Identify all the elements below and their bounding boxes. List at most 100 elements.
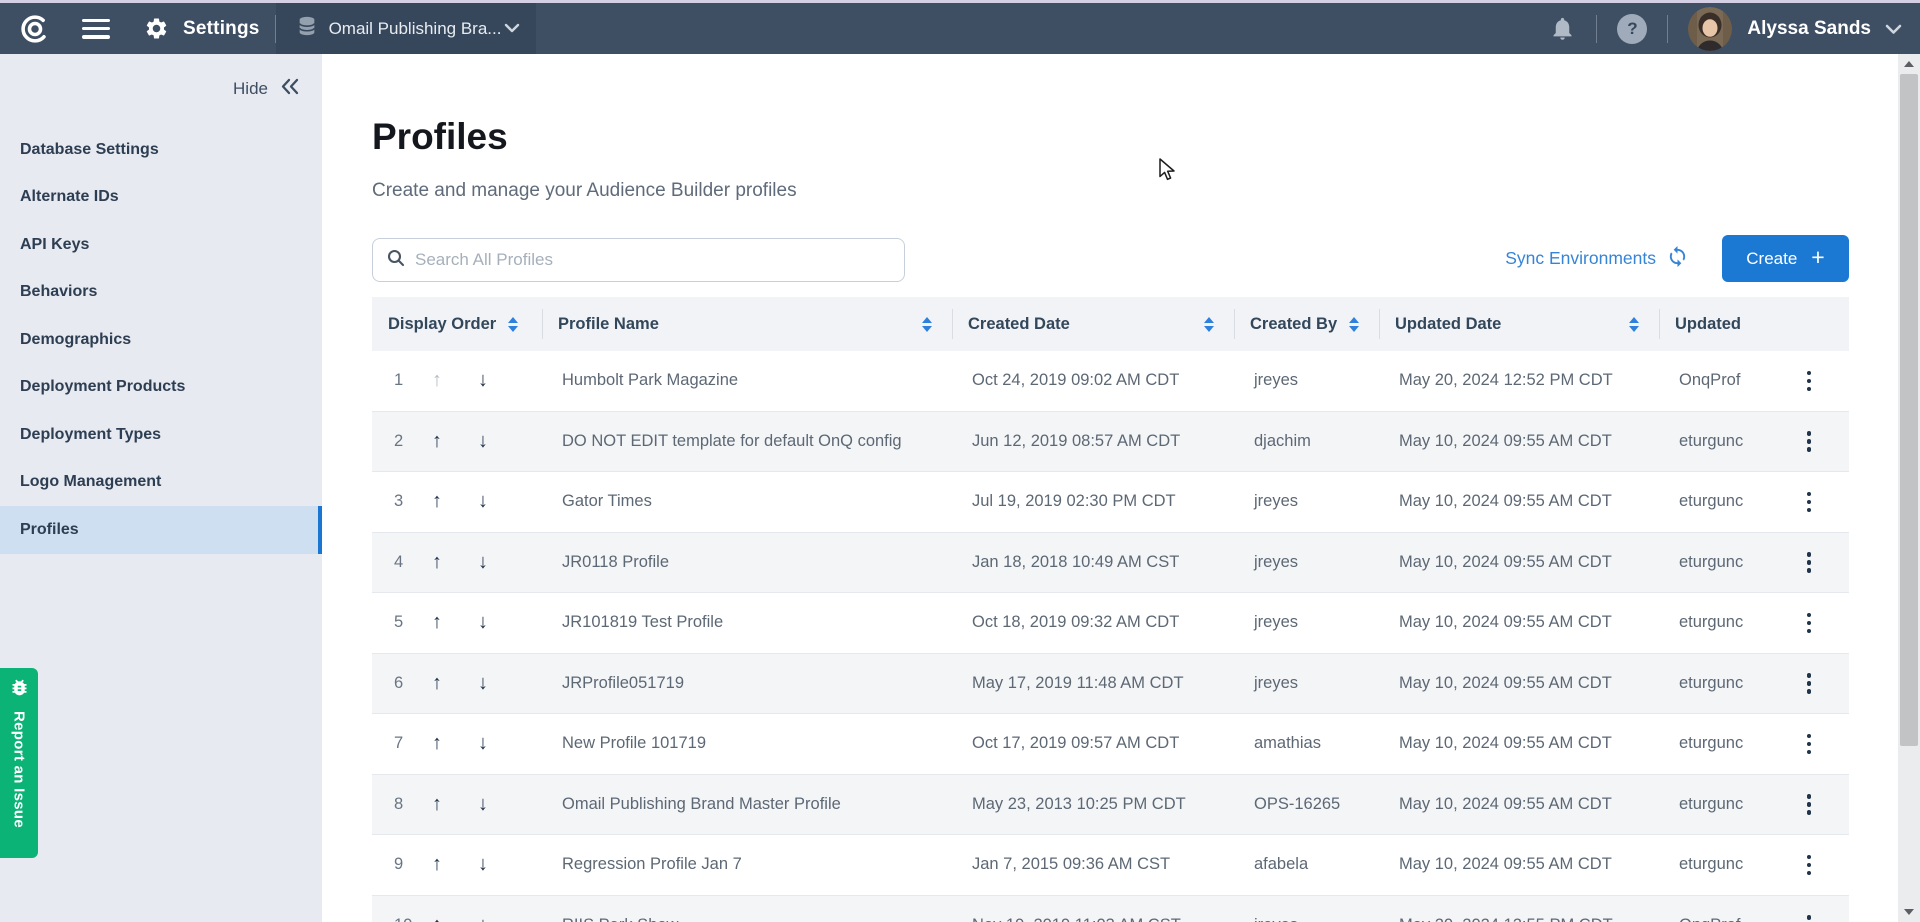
sidebar-item-deployment-products[interactable]: Deployment Products: [0, 364, 322, 412]
sort-icon[interactable]: [1204, 317, 1214, 332]
move-down-arrow-icon[interactable]: ↓: [460, 611, 506, 634]
hamburger-menu-icon[interactable]: [82, 19, 110, 39]
row-actions-kebab-icon[interactable]: [1797, 667, 1822, 700]
profile-name-cell: Gator Times: [542, 492, 952, 511]
move-up-arrow-icon[interactable]: ↑: [414, 914, 460, 922]
sort-icon[interactable]: [1629, 317, 1639, 332]
sync-icon: [1666, 245, 1689, 273]
table-row[interactable]: 3 ↑ ↓ Gator Times Jul 19, 2019 02:30 PM …: [372, 472, 1849, 533]
table-row[interactable]: 9 ↑ ↓ Regression Profile Jan 7 Jan 7, 20…: [372, 835, 1849, 896]
row-actions-kebab-icon[interactable]: [1797, 849, 1822, 882]
move-up-arrow-icon[interactable]: ↑: [414, 369, 460, 392]
move-up-arrow-icon[interactable]: ↑: [414, 430, 460, 453]
column-header-updated-by[interactable]: Updated: [1659, 297, 1769, 351]
sidebar-item-logo-management[interactable]: Logo Management: [0, 459, 322, 507]
table-body: 1 ↑ ↓ Humbolt Park Magazine Oct 24, 2019…: [372, 351, 1849, 922]
row-actions-kebab-icon[interactable]: [1797, 425, 1822, 458]
column-header-updated-date[interactable]: Updated Date: [1379, 297, 1659, 351]
row-actions-kebab-icon[interactable]: [1797, 909, 1822, 922]
move-up-arrow-icon[interactable]: ↑: [414, 793, 460, 816]
updated-by-cell: OnqProf: [1659, 371, 1769, 390]
row-actions-kebab-icon[interactable]: [1797, 365, 1822, 398]
user-avatar[interactable]: [1688, 7, 1732, 51]
profile-name-cell: New Profile 101719: [542, 734, 952, 753]
move-up-arrow-icon[interactable]: ↑: [414, 732, 460, 755]
column-header-created-date[interactable]: Created Date: [952, 297, 1234, 351]
column-header-profile-name[interactable]: Profile Name: [542, 297, 952, 351]
column-header-created-by[interactable]: Created By: [1234, 297, 1379, 351]
table-row[interactable]: 2 ↑ ↓ DO NOT EDIT template for default O…: [372, 412, 1849, 473]
move-down-arrow-icon[interactable]: ↓: [460, 369, 506, 392]
created-date-cell: Oct 24, 2019 09:02 AM CDT: [952, 371, 1234, 390]
updated-date-cell: May 10, 2024 09:55 AM CDT: [1379, 674, 1659, 693]
table-row[interactable]: 10 ↑ ↓ RIIS Park Show Nov 19, 2019 11:03…: [372, 896, 1849, 922]
table-row[interactable]: 6 ↑ ↓ JRProfile051719 May 17, 2019 11:48…: [372, 654, 1849, 715]
created-by-cell: OPS-16265: [1234, 795, 1379, 814]
move-down-arrow-icon[interactable]: ↓: [460, 490, 506, 513]
move-down-arrow-icon[interactable]: ↓: [460, 793, 506, 816]
move-up-arrow-icon[interactable]: ↑: [414, 490, 460, 513]
notifications-bell-icon[interactable]: [1549, 15, 1576, 42]
sidebar-item-alternate-ids[interactable]: Alternate IDs: [0, 174, 322, 222]
move-down-arrow-icon[interactable]: ↓: [460, 551, 506, 574]
move-down-arrow-icon[interactable]: ↓: [460, 732, 506, 755]
created-date-cell: Oct 17, 2019 09:57 AM CDT: [952, 734, 1234, 753]
row-actions-kebab-icon[interactable]: [1797, 728, 1822, 761]
sort-icon[interactable]: [508, 317, 518, 332]
move-up-arrow-icon[interactable]: ↑: [414, 551, 460, 574]
updated-date-cell: May 10, 2024 09:55 AM CDT: [1379, 432, 1659, 451]
page-section-title: Settings: [183, 18, 260, 40]
updated-by-cell: eturgunc: [1659, 674, 1769, 693]
report-an-issue-tab[interactable]: Report an Issue: [0, 668, 38, 858]
move-up-arrow-icon[interactable]: ↑: [414, 672, 460, 695]
created-date-cell: Jun 12, 2019 08:57 AM CDT: [952, 432, 1234, 451]
row-actions-kebab-icon[interactable]: [1797, 788, 1822, 821]
main-content: Profiles Create and manage your Audience…: [322, 54, 1898, 922]
profile-name-cell: DO NOT EDIT template for default OnQ con…: [542, 432, 952, 451]
move-down-arrow-icon[interactable]: ↓: [460, 430, 506, 453]
row-actions-kebab-icon[interactable]: [1797, 546, 1822, 579]
sidebar-item-behaviors[interactable]: Behaviors: [0, 269, 322, 317]
table-row[interactable]: 1 ↑ ↓ Humbolt Park Magazine Oct 24, 2019…: [372, 351, 1849, 412]
scrollbar-thumb[interactable]: [1900, 74, 1918, 746]
search-input[interactable]: [415, 250, 892, 270]
sidebar-item-profiles[interactable]: Profiles: [0, 506, 322, 554]
table-row[interactable]: 5 ↑ ↓ JR101819 Test Profile Oct 18, 2019…: [372, 593, 1849, 654]
sidebar-item-deployment-types[interactable]: Deployment Types: [0, 411, 322, 459]
move-down-arrow-icon[interactable]: ↓: [460, 914, 506, 922]
updated-by-cell: eturgunc: [1659, 795, 1769, 814]
sort-icon[interactable]: [1349, 317, 1359, 332]
help-icon[interactable]: ?: [1617, 14, 1647, 44]
sort-icon[interactable]: [922, 317, 932, 332]
sync-environments-link[interactable]: Sync Environments: [1505, 245, 1689, 273]
move-up-arrow-icon[interactable]: ↑: [414, 611, 460, 634]
table-row[interactable]: 4 ↑ ↓ JR0118 Profile Jan 18, 2018 10:49 …: [372, 533, 1849, 594]
created-date-cell: Jul 19, 2019 02:30 PM CDT: [952, 492, 1234, 511]
settings-gear-icon[interactable]: [144, 16, 169, 41]
display-order-value: 1: [394, 371, 414, 390]
table-row[interactable]: 7 ↑ ↓ New Profile 101719 Oct 17, 2019 09…: [372, 714, 1849, 775]
updated-date-cell: May 10, 2024 09:55 AM CDT: [1379, 613, 1659, 632]
move-up-arrow-icon[interactable]: ↑: [414, 853, 460, 876]
sidebar-item-api-keys[interactable]: API Keys: [0, 221, 322, 269]
move-down-arrow-icon[interactable]: ↓: [460, 672, 506, 695]
move-down-arrow-icon[interactable]: ↓: [460, 853, 506, 876]
sidebar-hide-button[interactable]: Hide: [0, 78, 322, 100]
column-header-display-order[interactable]: Display Order: [372, 297, 542, 351]
table-header-row: Display Order Profile Name Created Date …: [372, 297, 1849, 351]
scrollbar-up-arrow[interactable]: [1898, 56, 1920, 72]
row-actions-kebab-icon[interactable]: [1797, 607, 1822, 640]
brand-selector-dropdown[interactable]: Omail Publishing Bra...: [276, 3, 536, 54]
table-row[interactable]: 8 ↑ ↓ Omail Publishing Brand Master Prof…: [372, 775, 1849, 836]
row-actions-kebab-icon[interactable]: [1797, 486, 1822, 519]
create-button[interactable]: Create +: [1722, 235, 1849, 282]
scrollbar-down-arrow[interactable]: [1898, 904, 1920, 920]
sidebar-item-demographics[interactable]: Demographics: [0, 316, 322, 364]
user-menu-chevron-icon[interactable]: [1885, 22, 1902, 40]
profiles-table: Display Order Profile Name Created Date …: [372, 297, 1849, 922]
settings-sidebar: Hide Database SettingsAlternate IDsAPI K…: [0, 54, 322, 922]
report-an-issue-label: Report an Issue: [11, 711, 28, 828]
updated-date-cell: May 10, 2024 09:55 AM CDT: [1379, 795, 1659, 814]
omeda-logo-icon[interactable]: [18, 12, 52, 46]
sidebar-item-database-settings[interactable]: Database Settings: [0, 126, 322, 174]
